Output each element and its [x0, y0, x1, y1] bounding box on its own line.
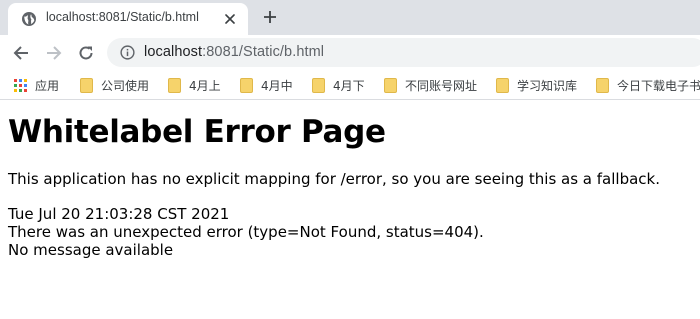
error-description: This application has no explicit mapping… [8, 170, 660, 188]
bookmark-folder[interactable]: 4月下 [312, 77, 365, 94]
info-circle-icon[interactable] [120, 45, 135, 60]
bookmark-folder[interactable]: 不同账号网址 [384, 77, 477, 94]
bookmark-label: 4月中 [261, 79, 293, 93]
error-message: No message available [8, 241, 174, 259]
url-path: :8081/Static/b.html [202, 44, 325, 60]
bookmark-label: 4月下 [333, 79, 365, 93]
plus-icon[interactable] [262, 9, 278, 25]
folder-icon [312, 78, 325, 93]
page-title: Whitelabel Error Page [8, 114, 386, 150]
tab-title: localhost:8081/Static/b.html [46, 10, 199, 24]
bookmark-label: 应用 [35, 79, 60, 93]
arrow-right-icon[interactable] [44, 43, 64, 63]
bookmark-folder[interactable]: 公司使用 [80, 77, 149, 94]
bookmark-label: 今日下载电子书 [617, 79, 700, 93]
error-status: There was an unexpected error (type=Not … [8, 223, 484, 241]
browser-toolbar: localhost:8081/Static/b.html [0, 35, 700, 70]
bookmark-label: 不同账号网址 [405, 79, 478, 93]
bookmark-folder[interactable]: 4月中 [240, 77, 293, 94]
folder-icon [596, 78, 609, 93]
bookmark-apps[interactable]: 应用 [14, 77, 59, 94]
arrow-left-icon[interactable] [11, 43, 31, 63]
reload-icon[interactable] [76, 43, 96, 63]
page-content: Whitelabel Error Page This application h… [8, 101, 698, 259]
bookmark-folder[interactable]: 4月上 [168, 77, 221, 94]
folder-icon [168, 78, 181, 93]
error-timestamp: Tue Jul 20 21:03:28 CST 2021 [8, 205, 230, 223]
bookmark-label: 4月上 [189, 79, 221, 93]
folder-icon [384, 78, 397, 93]
bookmark-folder[interactable]: 今日下载电子书 [596, 77, 700, 94]
error-details: Tue Jul 20 21:03:28 CST 2021 There was a… [8, 205, 698, 259]
folder-icon [240, 78, 253, 93]
tab-strip: localhost:8081/Static/b.html [0, 0, 700, 35]
close-icon[interactable] [222, 11, 238, 27]
bookmarks-bar: 应用 公司使用 4月上 4月中 4月下 不同账号网址 学习知识库 今日下载电子书 [0, 70, 700, 100]
bookmark-folder[interactable]: 学习知识库 [496, 77, 577, 94]
folder-icon [80, 78, 93, 93]
browser-tab[interactable]: localhost:8081/Static/b.html [8, 3, 248, 35]
bookmark-label: 公司使用 [101, 79, 150, 93]
bookmark-label: 学习知识库 [517, 79, 578, 93]
url-host: localhost [144, 44, 203, 60]
globe-icon [22, 12, 36, 26]
address-bar[interactable]: localhost:8081/Static/b.html [107, 38, 700, 67]
apps-grid-icon [14, 79, 27, 92]
folder-icon [496, 78, 509, 93]
url-text[interactable]: localhost:8081/Static/b.html [144, 44, 324, 60]
